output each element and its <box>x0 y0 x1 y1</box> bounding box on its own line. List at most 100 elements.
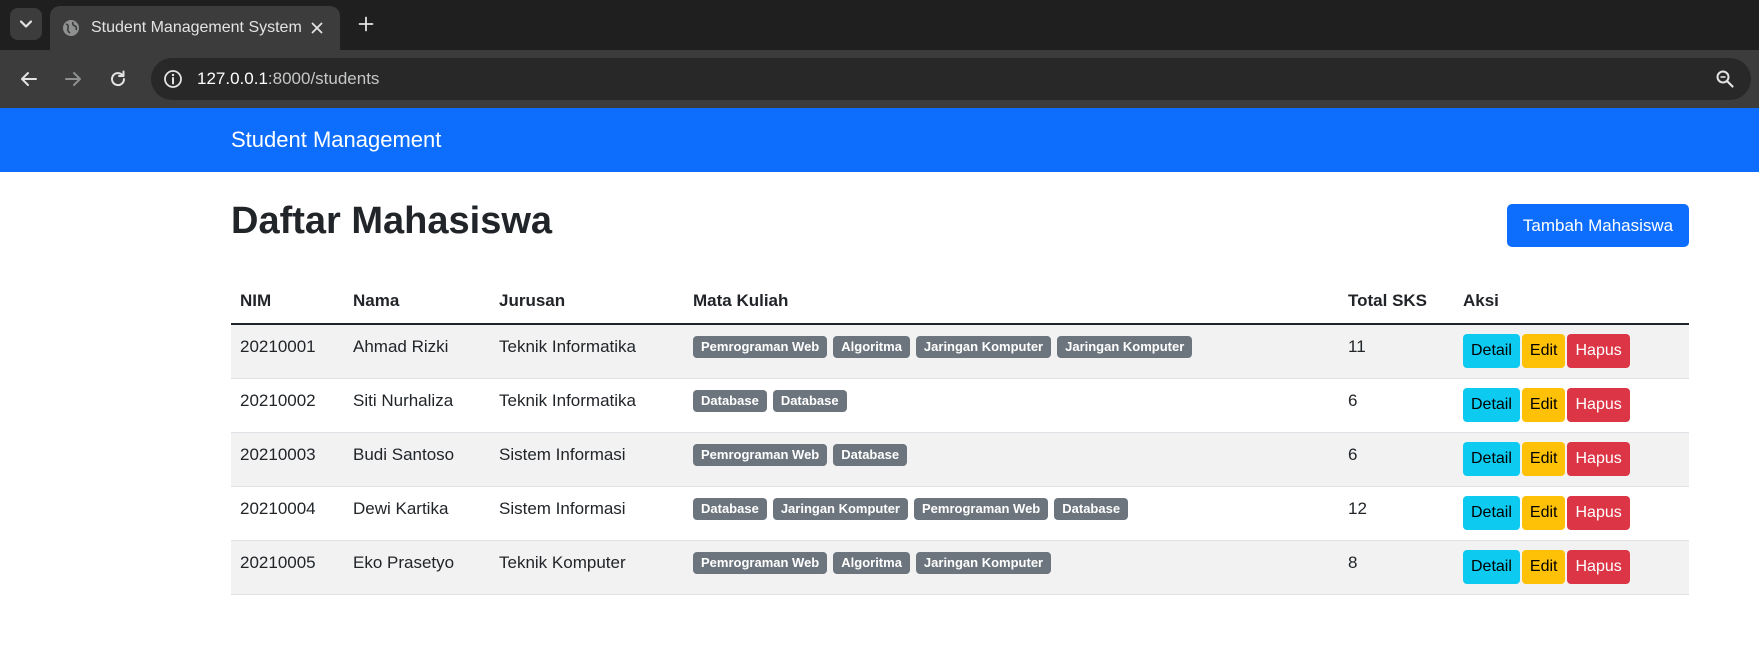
back-icon <box>21 72 37 86</box>
chevron-down-icon <box>19 20 33 28</box>
cell-aksi: Detail Edit Hapus <box>1454 486 1689 541</box>
detail-button[interactable]: Detail <box>1463 441 1520 476</box>
table-row: 20210002 Siti Nurhaliza Teknik Informatika… <box>231 378 1689 433</box>
tab-search-button[interactable] <box>10 8 42 40</box>
cell-aksi: Detail Edit Hapus <box>1454 432 1689 487</box>
table-row: 20210004 Dewi Kartika Sistem Informasi Data… <box>231 486 1689 541</box>
column-header-jurusan: Jurusan <box>490 279 684 325</box>
delete-button[interactable]: Hapus <box>1567 334 1630 368</box>
cell-total-sks: 6 <box>1339 378 1454 433</box>
delete-button[interactable]: Hapus <box>1567 549 1630 584</box>
edit-button[interactable]: Edit <box>1521 387 1566 422</box>
students-table: NIM Nama Jurusan Mata Kuliah Total SKS Aksi 2… <box>231 279 1689 595</box>
course-badge: Database <box>1054 497 1129 520</box>
page-title: Daftar Mahasiswa <box>231 200 553 242</box>
plus-icon <box>358 16 374 32</box>
info-icon[interactable] <box>163 69 183 89</box>
cell-jurusan: Teknik Informatika <box>490 324 684 379</box>
course-badge: Pemrograman Web <box>693 336 828 359</box>
edit-button[interactable]: Edit <box>1521 495 1566 530</box>
table-header-row: NIM Nama Jurusan Mata Kuliah Total SKS Aksi <box>231 279 1689 325</box>
course-badge: Database <box>833 443 908 466</box>
edit-button[interactable]: Edit <box>1521 334 1566 368</box>
reload-button[interactable] <box>103 64 133 94</box>
cell-mata-kuliah: Pemrograman Web Algoritma Jaringan Kompute… <box>684 324 1339 379</box>
cell-nim: 20210004 <box>231 486 344 541</box>
cell-jurusan: Sistem Informasi <box>490 486 684 541</box>
cell-aksi: Detail Edit Hapus <box>1454 378 1689 433</box>
detail-button[interactable]: Detail <box>1463 334 1520 368</box>
globe-icon <box>63 20 79 36</box>
course-badge: Jaringan Komputer <box>1057 336 1193 359</box>
cell-total-sks: 11 <box>1339 324 1454 379</box>
cell-aksi: Detail Edit Hapus <box>1454 324 1689 379</box>
detail-button[interactable]: Detail <box>1463 495 1520 530</box>
delete-button[interactable]: Hapus <box>1567 495 1630 530</box>
cell-mata-kuliah: Pemrograman Web Database <box>684 432 1339 487</box>
course-badge: Database <box>772 389 847 412</box>
detail-button[interactable]: Detail <box>1463 549 1520 584</box>
url-path: :8000/students <box>267 69 380 88</box>
cell-nama: Dewi Kartika <box>344 486 490 541</box>
course-badge: Database <box>693 389 767 412</box>
cell-aksi: Detail Edit Hapus <box>1454 540 1689 595</box>
new-tab-button[interactable] <box>352 10 380 38</box>
delete-button[interactable]: Hapus <box>1567 387 1630 422</box>
column-header-nim: NIM <box>231 279 344 325</box>
table-row: 20210001 Ahmad Rizki Teknik Informatika Pem… <box>231 324 1689 379</box>
cell-nim: 20210003 <box>231 432 344 487</box>
browser-tab-bar: Student Management System <box>0 0 1759 50</box>
cell-mata-kuliah: Pemrograman Web Algoritma Jaringan Kompute… <box>684 540 1339 595</box>
edit-button[interactable]: Edit <box>1521 441 1566 476</box>
table-row: 20210005 Eko Prasetyo Teknik Komputer Pemro… <box>231 540 1689 595</box>
navbar-brand[interactable]: Student Management <box>231 127 441 153</box>
cell-nama: Siti Nurhaliza <box>344 378 490 433</box>
course-badge: Algoritma <box>833 336 910 359</box>
cell-total-sks: 6 <box>1339 432 1454 487</box>
cell-mata-kuliah: Database Jaringan Komputer Pemrograman Web… <box>684 486 1339 541</box>
cell-nama: Ahmad Rizki <box>344 324 490 379</box>
detail-button[interactable]: Detail <box>1463 387 1520 422</box>
app-navbar: Student Management <box>0 108 1759 172</box>
add-student-button[interactable]: Tambah Mahasiswa <box>1507 204 1689 247</box>
course-badge: Database <box>693 497 767 520</box>
cell-nim: 20210002 <box>231 378 344 433</box>
forward-button[interactable] <box>58 64 88 94</box>
back-button[interactable] <box>14 64 44 94</box>
course-badge: Pemrograman Web <box>693 551 828 574</box>
cell-jurusan: Teknik Komputer <box>490 540 684 595</box>
cell-jurusan: Sistem Informasi <box>490 432 684 487</box>
reload-icon <box>111 70 126 87</box>
cell-nim: 20210005 <box>231 540 344 595</box>
column-header-mata-kuliah: Mata Kuliah <box>684 279 1339 325</box>
column-header-nama: Nama <box>344 279 490 325</box>
cell-total-sks: 8 <box>1339 540 1454 595</box>
tab-close-button[interactable] <box>306 17 328 39</box>
zoom-icon[interactable] <box>1715 69 1735 89</box>
course-badge: Jaringan Komputer <box>915 551 1052 574</box>
forward-icon <box>65 72 81 86</box>
table-row: 20210003 Budi Santoso Sistem Informasi Pemr… <box>231 432 1689 487</box>
course-badge: Pemrograman Web <box>693 443 828 466</box>
browser-tab[interactable]: Student Management System <box>50 6 340 50</box>
browser-toolbar: 127.0.0.1:8000/students <box>0 50 1759 108</box>
tab-title: Student Management System <box>91 19 302 36</box>
address-bar[interactable]: 127.0.0.1:8000/students <box>151 58 1751 100</box>
cell-nama: Eko Prasetyo <box>344 540 490 595</box>
url-text: 127.0.0.1:8000/students <box>197 69 379 89</box>
url-host: 127.0.0.1 <box>197 69 268 88</box>
cell-jurusan: Teknik Informatika <box>490 378 684 433</box>
cell-nim: 20210001 <box>231 324 344 379</box>
delete-button[interactable]: Hapus <box>1567 441 1630 476</box>
course-badge: Algoritma <box>833 551 910 574</box>
close-icon <box>311 22 323 34</box>
cell-total-sks: 12 <box>1339 486 1454 541</box>
column-header-total-sks: Total SKS <box>1339 279 1454 325</box>
course-badge: Jaringan Komputer <box>772 497 908 520</box>
cell-mata-kuliah: Database Database <box>684 378 1339 433</box>
edit-button[interactable]: Edit <box>1521 549 1566 584</box>
table-body: 20210001 Ahmad Rizki Teknik Informatika Pem… <box>231 324 1689 595</box>
cell-nama: Budi Santoso <box>344 432 490 487</box>
course-badge: Pemrograman Web <box>914 497 1049 520</box>
column-header-aksi: Aksi <box>1454 279 1689 325</box>
